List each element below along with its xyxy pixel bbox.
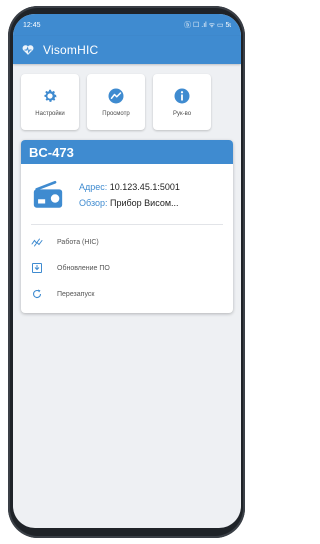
- settings-tile[interactable]: Настройки: [21, 74, 79, 130]
- menu-item-restart[interactable]: Перезапуск: [21, 281, 233, 307]
- app-screen: 12:45 ⓑ ☐ .ıl ᯤ ▭ 5ɩ VisomHIC Настройки …: [13, 14, 241, 528]
- heart-logo-icon: [22, 45, 34, 55]
- address-row: Адрес: 10.123.45.1:5001: [79, 179, 180, 195]
- app-title: VisomHIC: [43, 43, 99, 57]
- settings-label: Настройки: [35, 111, 65, 117]
- radio-icon: [33, 180, 63, 208]
- overview-label: Обзор:: [79, 198, 108, 208]
- device-name: BC-473: [21, 140, 233, 164]
- action-tiles: Настройки Просмотр Рук-во: [13, 64, 241, 130]
- app-bar: VisomHIC: [13, 36, 241, 64]
- chart-circle-icon: [108, 88, 124, 104]
- device-info: Адрес: 10.123.45.1:5001 Обзор: Прибор Ви…: [21, 164, 233, 222]
- download-icon: [32, 263, 42, 273]
- device-details: Адрес: 10.123.45.1:5001 Обзор: Прибор Ви…: [79, 179, 180, 211]
- address-label: Адрес:: [79, 182, 108, 192]
- menu-item-update[interactable]: Обновление ПО: [21, 255, 233, 281]
- status-bar: 12:45 ⓑ ☐ .ıl ᯤ ▭ 5ɩ: [13, 14, 241, 36]
- refresh-icon: [32, 289, 42, 299]
- gear-icon: [44, 89, 57, 102]
- wave-icon: [31, 238, 43, 247]
- device-card[interactable]: BC-473 Адрес: 10.123.45.1:5001 Обзор: Пр…: [21, 140, 233, 313]
- info-icon: [174, 88, 190, 104]
- manual-label: Рук-во: [172, 111, 192, 117]
- menu-label-update: Обновление ПО: [57, 264, 110, 272]
- overview-row: Обзор: Прибор Висом...: [79, 195, 180, 211]
- view-label: Просмотр: [102, 111, 130, 117]
- menu-item-work[interactable]: Работа (HIC): [21, 229, 233, 255]
- status-time: 12:45: [23, 21, 41, 29]
- manual-tile[interactable]: Рук-во: [153, 74, 211, 130]
- status-indicators: ⓑ ☐ .ıl ᯤ ▭ 5ɩ: [184, 22, 231, 29]
- address-value: 10.123.45.1:5001: [109, 182, 180, 192]
- menu-label-restart: Перезапуск: [57, 290, 95, 298]
- overview-value: Прибор Висом...: [110, 198, 179, 208]
- divider: [31, 224, 223, 225]
- menu-label-work: Работа (HIC): [57, 238, 99, 246]
- view-tile[interactable]: Просмотр: [87, 74, 145, 130]
